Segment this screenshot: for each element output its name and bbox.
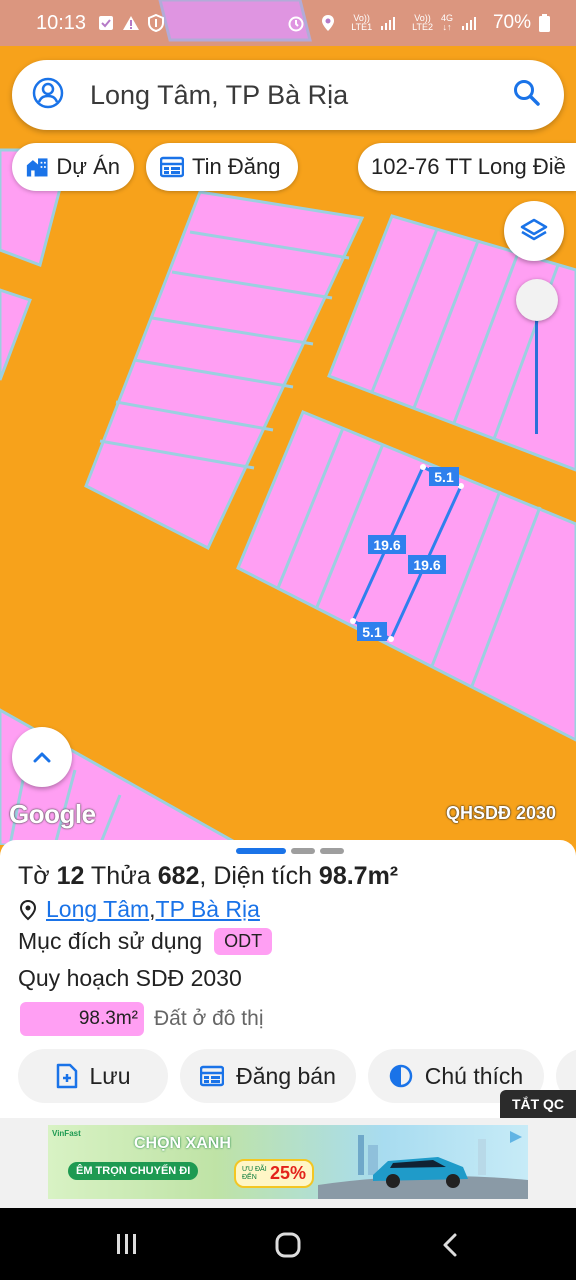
ad-brand: VinFast — [52, 1129, 81, 1138]
layers-button[interactable] — [504, 201, 564, 261]
recent-apps-icon[interactable] — [114, 1231, 140, 1257]
save-button[interactable]: Lưu — [18, 1049, 168, 1103]
checkbox-notification-icon — [98, 15, 114, 31]
add-file-icon — [56, 1063, 77, 1089]
opacity-slider-knob[interactable] — [516, 279, 558, 321]
battery-icon — [539, 14, 550, 32]
google-logo: Google — [9, 799, 96, 829]
usage-code-badge: ODT — [214, 928, 273, 955]
post-sale-label: Đăng bán — [236, 1062, 336, 1089]
shield-icon — [148, 14, 165, 32]
parcel-info-sheet[interactable]: Tờ 12 Thửa 682, Diện tích 98.7m² Long Tâ… — [0, 840, 576, 1120]
search-bar[interactable]: Long Tâm, TP Bà Rịa — [12, 60, 564, 130]
chip-tin-dang[interactable]: Tin Đăng — [146, 143, 298, 191]
chip-label: 102-76 TT Long Điề — [371, 154, 566, 179]
alarm-icon — [287, 14, 305, 32]
search-input[interactable]: Long Tâm, TP Bà Rịa — [90, 80, 512, 111]
chip-du-an[interactable]: Dự Án — [12, 143, 134, 191]
battery-percent: 70% — [492, 12, 531, 33]
home-icon[interactable] — [274, 1231, 302, 1259]
network-1: Vo)) LTE1 — [351, 13, 373, 32]
ad-area: VinFast CHỌN XANH ÊM TRỌN CHUYẾN ĐI ƯU Đ… — [0, 1118, 576, 1208]
layer-label: QHSDĐ 2030 — [446, 803, 557, 823]
plan-area-value: 98.3m² — [20, 1002, 144, 1036]
chip-label: Tin Đăng — [192, 154, 281, 179]
dimension-label-bottom: 5.1 — [357, 622, 387, 641]
status-bar: 10:13 Vo)) LTE1 Vo)) LTE2 4G ↓↑ 70% — [0, 0, 576, 46]
back-icon[interactable] — [440, 1232, 460, 1258]
chip-address[interactable]: 102-76 TT Long Điề — [358, 143, 576, 191]
location-icon — [321, 14, 335, 32]
ad-promo-value: 25% — [270, 1163, 307, 1183]
dimension-label-right: 19.6 — [408, 555, 446, 574]
status-time: 10:13 — [36, 11, 87, 34]
usage-label: Mục đích sử dụng — [18, 928, 203, 954]
data-type: 4G ↓↑ — [440, 13, 453, 32]
legend-label: Chú thích — [424, 1062, 524, 1089]
listing-icon — [200, 1065, 225, 1087]
usage-row: Mục đích sử dụng ODT — [18, 928, 273, 955]
dimension-label-left: 19.6 — [368, 535, 406, 554]
plan-area-desc: Đất ở đô thị — [154, 1007, 264, 1030]
chevron-up-icon — [33, 752, 51, 763]
ad-promo: ƯU ĐÃI ĐẾN 25% — [234, 1159, 315, 1188]
plan-area-row: 98.3m² Đất ở đô thị — [20, 1002, 264, 1036]
ad-promo-caption: ƯU ĐÃI ĐẾN — [242, 1165, 267, 1181]
signal-2-icon — [461, 15, 477, 31]
account-icon[interactable] — [32, 77, 64, 114]
plan-label: Quy hoạch SDĐ 2030 — [18, 965, 242, 991]
layers-icon — [520, 218, 548, 241]
parcel-title: Tờ 12 Thửa 682, Diện tích 98.7m² — [18, 862, 399, 890]
expand-up-button[interactable] — [12, 727, 72, 787]
listing-icon — [160, 156, 184, 178]
ward-link[interactable]: Long Tâm — [46, 896, 149, 923]
save-label: Lưu — [89, 1062, 131, 1089]
ad-banner[interactable]: VinFast CHỌN XANH ÊM TRỌN CHUYẾN ĐI ƯU Đ… — [48, 1125, 528, 1199]
signal-1-icon — [380, 15, 396, 31]
ad-subtext: ÊM TRỌN CHUYẾN ĐI — [68, 1162, 199, 1180]
dimension-label-top: 5.1 — [429, 467, 459, 486]
svg-text:19.6: 19.6 — [413, 557, 440, 573]
warning-icon — [122, 15, 140, 31]
city-link[interactable]: TP Bà Rịa — [156, 896, 260, 923]
chip-label: Dự Án — [56, 154, 120, 179]
svg-text:5.1: 5.1 — [434, 469, 454, 485]
network-2: Vo)) LTE2 — [412, 13, 433, 32]
ad-headline: CHỌN XANH — [134, 1135, 231, 1152]
svg-text:5.1: 5.1 — [362, 624, 382, 640]
ad-close-button[interactable]: TẮT QC — [500, 1090, 576, 1118]
location-pin-icon — [19, 899, 37, 920]
sheet-handle[interactable] — [236, 848, 344, 854]
navigation-bar — [0, 1208, 576, 1280]
post-sale-button[interactable]: Đăng bán — [180, 1049, 356, 1103]
contrast-icon — [389, 1064, 413, 1088]
search-icon[interactable] — [512, 78, 542, 113]
car-illustration — [318, 1131, 528, 1199]
svg-text:19.6: 19.6 — [373, 537, 400, 553]
building-icon — [26, 158, 48, 177]
parcel-location: Long Tâm , TP Bà Rịa — [18, 896, 260, 923]
